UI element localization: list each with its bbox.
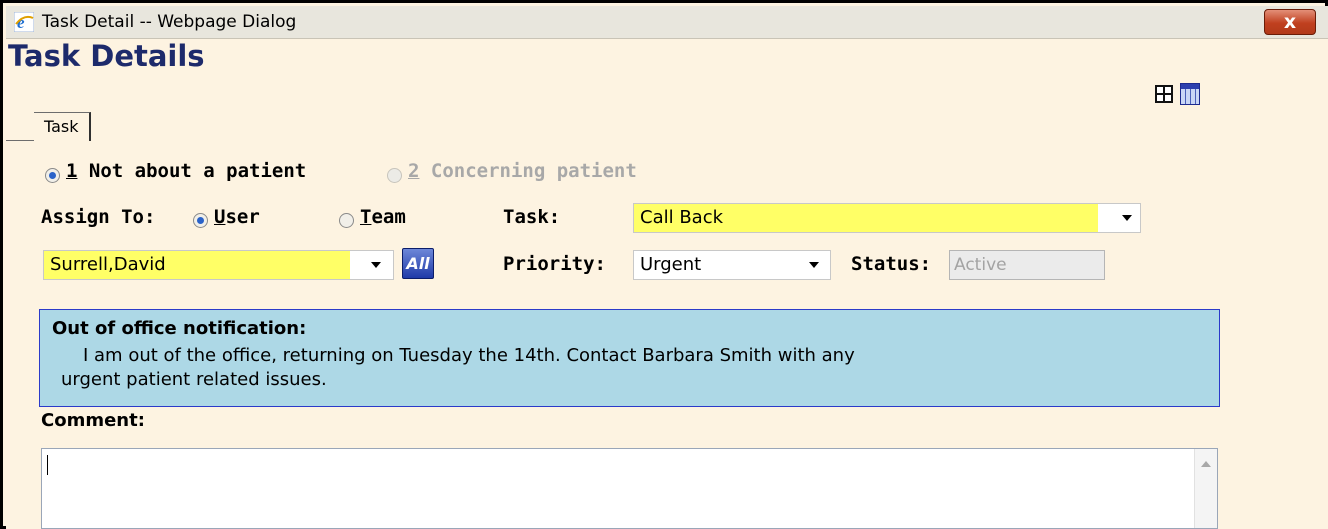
option2-text: Concerning patient bbox=[419, 160, 637, 182]
label-concerning-patient: 2 Concerning patient bbox=[408, 160, 637, 182]
comment-textarea[interactable] bbox=[41, 448, 1218, 529]
option1-number: 1 bbox=[66, 160, 78, 182]
close-button[interactable]: x bbox=[1264, 9, 1316, 35]
dialog-content: Task Details Task 1 Not about a patient … bbox=[6, 39, 1328, 529]
user-accesskey: U bbox=[214, 206, 226, 228]
priority-select[interactable]: Urgent bbox=[633, 250, 831, 280]
dialog-window: e Task Detail -- Webpage Dialog x Task D… bbox=[0, 0, 1328, 529]
assign-to-label: Assign To: bbox=[41, 206, 156, 228]
option2-number: 2 bbox=[408, 160, 420, 182]
notification-title: Out of office notification: bbox=[52, 318, 307, 339]
window-title: Task Detail -- Webpage Dialog bbox=[42, 12, 297, 32]
text-cursor bbox=[47, 455, 48, 475]
assignee-select-value: Surrell,David bbox=[44, 251, 350, 279]
notification-line-2: urgent patient related issues. bbox=[61, 369, 327, 390]
label-team: Team bbox=[360, 206, 406, 228]
tab-task[interactable]: Task bbox=[34, 112, 91, 141]
page-title: Task Details bbox=[8, 39, 205, 73]
user-rest: ser bbox=[225, 206, 260, 228]
scrollbar[interactable] bbox=[1194, 449, 1217, 528]
priority-label: Priority: bbox=[503, 253, 606, 275]
scroll-up-arrow-icon[interactable] bbox=[1201, 461, 1211, 467]
calendar-grid-icon[interactable] bbox=[1180, 83, 1200, 105]
task-select-value: Call Back bbox=[634, 204, 1098, 232]
notification-message: I am out of the office, returning on Tue… bbox=[61, 344, 1203, 392]
status-label: Status: bbox=[851, 253, 932, 275]
status-field: Active bbox=[949, 250, 1105, 280]
chevron-down-icon bbox=[1122, 215, 1132, 221]
title-bar: e Task Detail -- Webpage Dialog x bbox=[6, 6, 1328, 39]
radio-team[interactable] bbox=[339, 213, 354, 228]
radio-user[interactable] bbox=[193, 213, 208, 228]
close-icon: x bbox=[1283, 10, 1297, 33]
team-rest: eam bbox=[371, 206, 406, 228]
radio-concerning-patient bbox=[387, 168, 402, 183]
out-of-office-notification: Out of office notification: I am out of … bbox=[39, 309, 1220, 407]
chevron-down-icon bbox=[371, 262, 381, 268]
tab-baseline bbox=[6, 140, 34, 141]
all-users-button[interactable]: All bbox=[402, 248, 434, 279]
label-not-about-patient: 1 Not about a patient bbox=[66, 160, 306, 182]
option1-text: Not about a patient bbox=[77, 160, 307, 182]
ie-icon: e bbox=[14, 12, 34, 32]
priority-select-value: Urgent bbox=[640, 254, 702, 275]
layout-icon[interactable] bbox=[1155, 85, 1173, 103]
task-label: Task: bbox=[503, 206, 561, 228]
comment-label: Comment: bbox=[41, 410, 145, 431]
chevron-down-icon bbox=[809, 262, 819, 268]
label-user: User bbox=[214, 206, 260, 228]
task-select[interactable]: Call Back bbox=[633, 203, 1141, 233]
assignee-select[interactable]: Surrell,David bbox=[43, 250, 394, 280]
radio-not-about-patient[interactable] bbox=[45, 168, 60, 183]
team-accesskey: T bbox=[360, 206, 372, 228]
notification-line-1: I am out of the office, returning on Tue… bbox=[83, 345, 855, 366]
